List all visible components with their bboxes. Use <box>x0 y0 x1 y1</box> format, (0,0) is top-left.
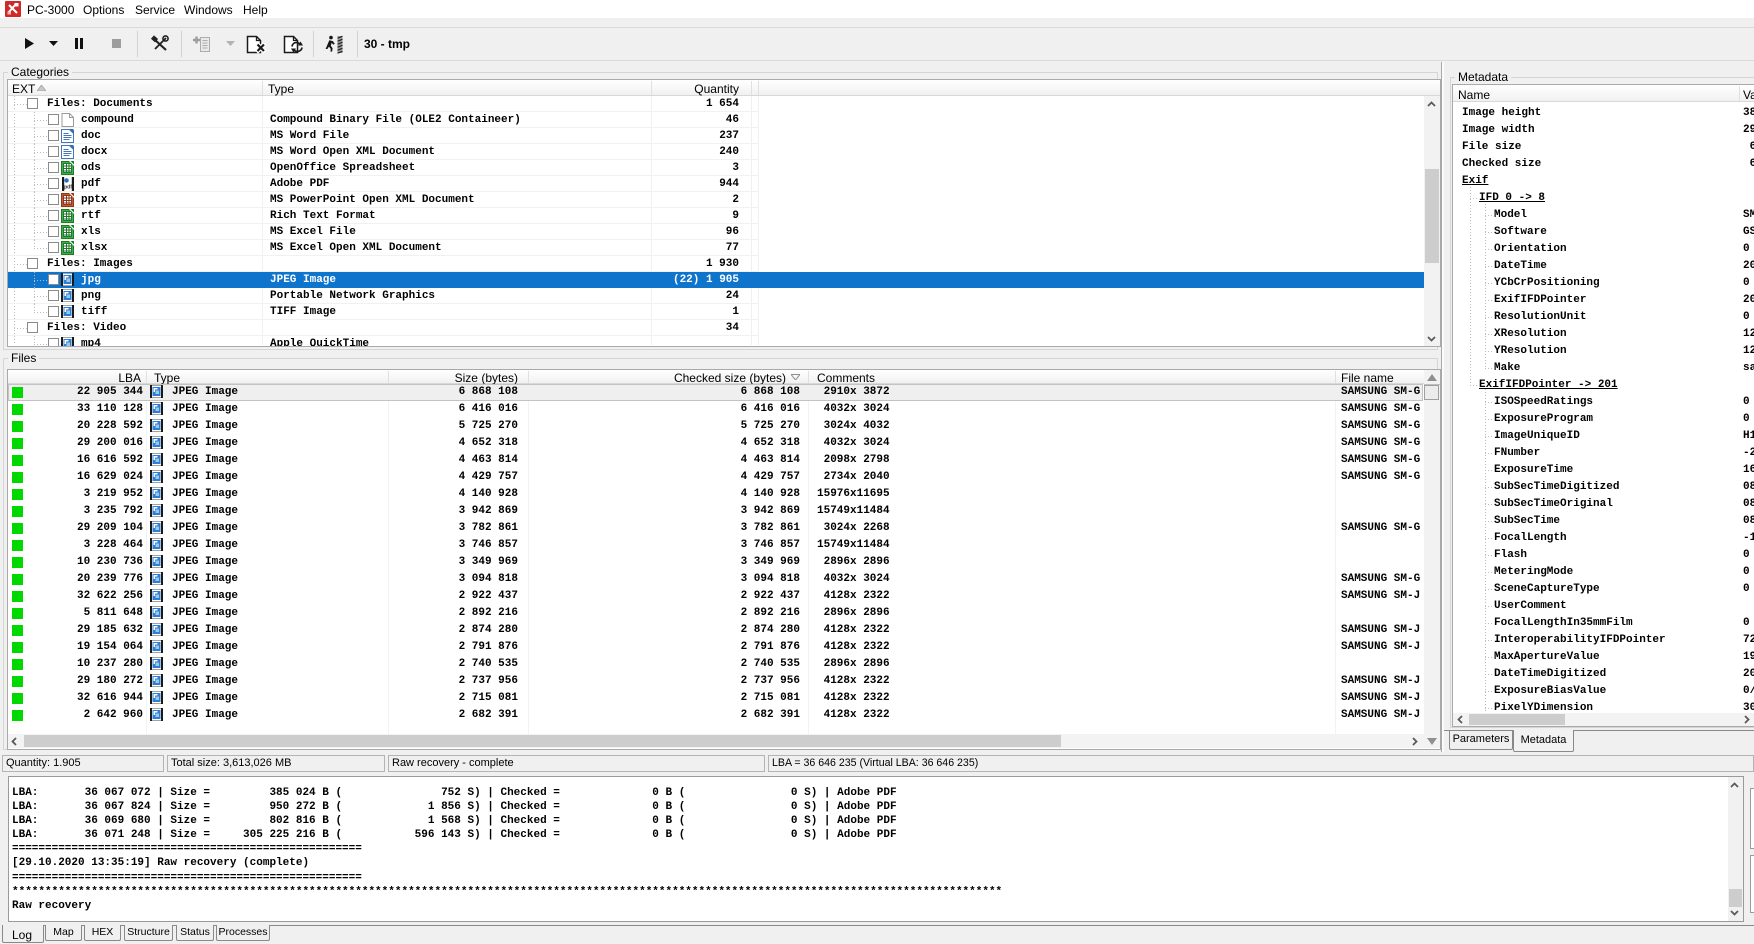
svg-text:pdf: pdf <box>64 185 72 191</box>
